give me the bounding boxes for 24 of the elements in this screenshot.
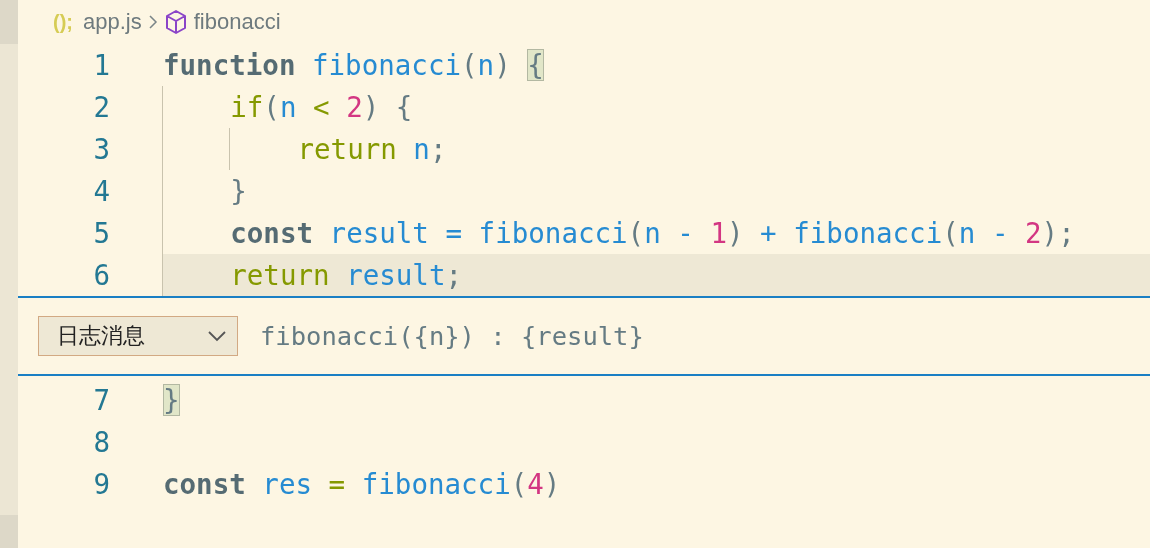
line-number: 5 xyxy=(92,216,110,251)
cube-icon xyxy=(163,9,188,35)
chevron-down-icon xyxy=(207,330,227,342)
code-line: function fibonacci(n) { xyxy=(163,48,545,83)
code-line: const res = fibonacci(4) xyxy=(163,467,562,502)
line-number: 4 xyxy=(92,174,110,209)
javascript-file-icon: (); xyxy=(53,10,73,34)
log-type-dropdown[interactable]: 日志消息 xyxy=(38,316,238,356)
line-number: 1 xyxy=(92,48,110,83)
line-number: 3 xyxy=(92,132,110,167)
chevron-right-icon xyxy=(147,14,158,30)
line-number: 9 xyxy=(92,467,110,502)
code-line: if(n < 2) { xyxy=(163,86,1150,128)
code-line: return n; xyxy=(163,128,1150,170)
breadcrumb-item[interactable]: fibonacci xyxy=(193,9,281,35)
code-line: } xyxy=(163,170,1150,212)
scrollbar-thumb[interactable] xyxy=(0,515,18,548)
line-number: 7 xyxy=(92,383,110,418)
panel-edge xyxy=(0,0,18,44)
line-number: 6 xyxy=(92,258,110,293)
breadcrumb-item[interactable]: app.js xyxy=(83,9,142,35)
log-message-field[interactable]: fibonacci({n}) : {result} xyxy=(260,316,1150,356)
line-number: 2 xyxy=(92,90,110,125)
line-number: 8 xyxy=(92,425,110,460)
